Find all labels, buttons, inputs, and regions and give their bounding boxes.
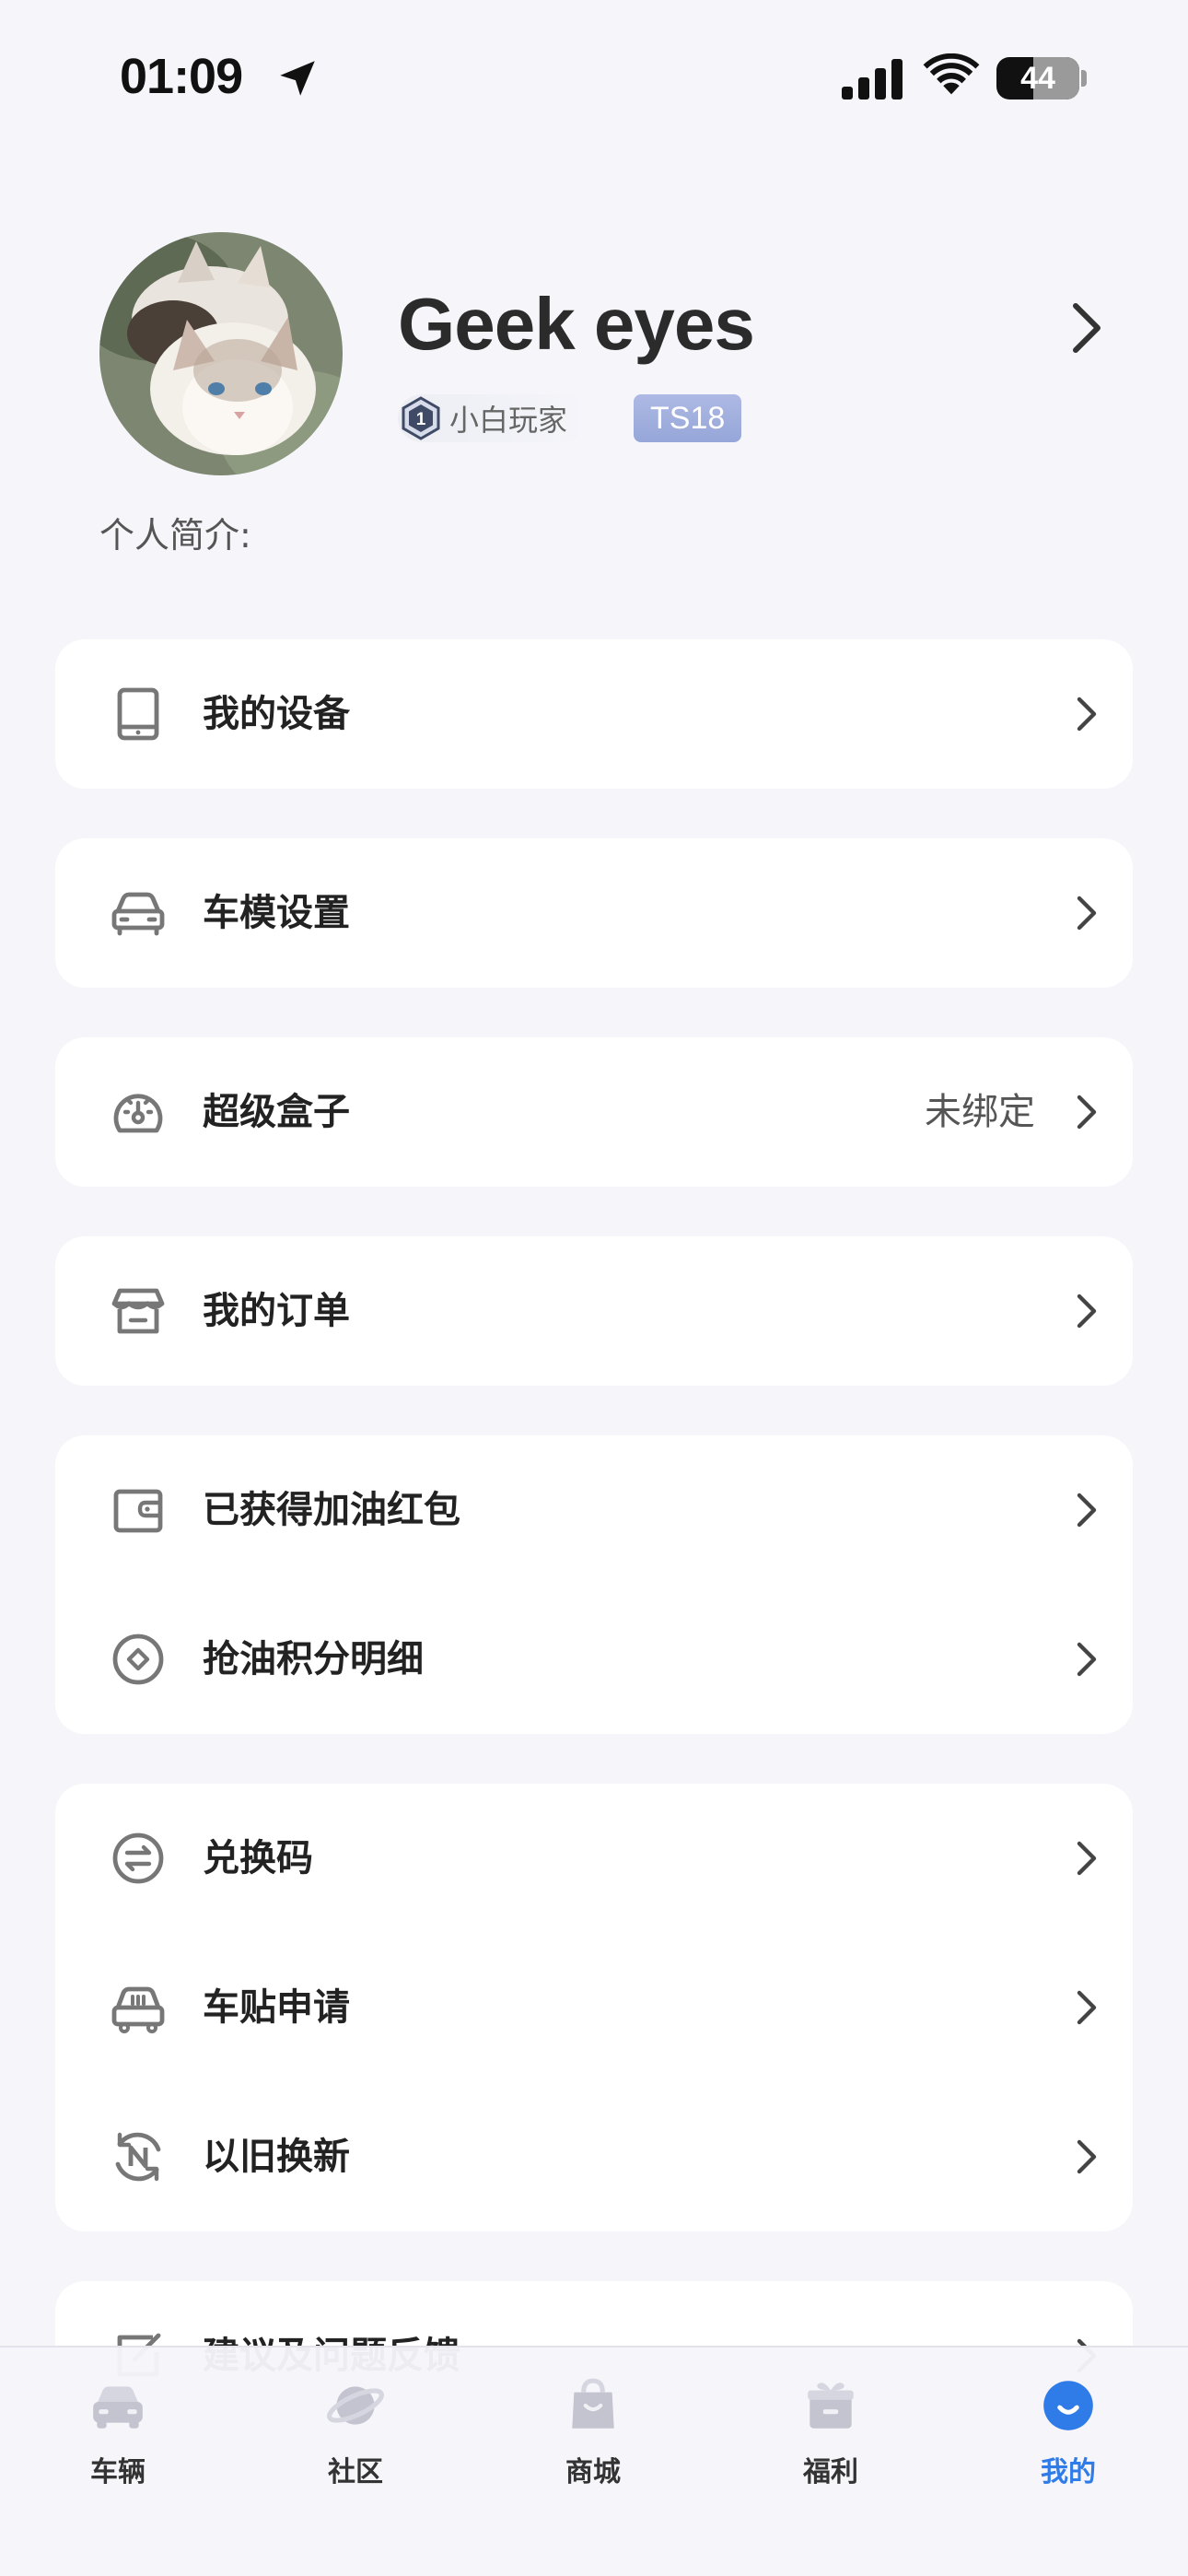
menu-label: 兑换码 [203, 1837, 313, 1879]
car-tab-icon [93, 2386, 143, 2429]
chevron-right-icon [1077, 896, 1097, 931]
shopping-bag-tab-icon [572, 2378, 614, 2429]
car-icon [111, 892, 165, 936]
gift-tab-icon [808, 2383, 854, 2429]
level-hexagon-icon: 1 [402, 396, 440, 440]
menu-row-car-sticker-application[interactable]: 车贴申请 [55, 1933, 1133, 2082]
super-box-status: 未绑定 [925, 1091, 1035, 1133]
car-model-tag: TS18 [634, 394, 742, 442]
bio-label[interactable]: 个人简介: [99, 507, 251, 557]
menu-label: 以旧换新 [203, 2136, 350, 2178]
avatar-cat-image [99, 232, 343, 475]
battery-level: 44 [1020, 61, 1055, 96]
battery-indicator: 44 [996, 57, 1079, 100]
menu-row-car-model-settings[interactable]: 车模设置 [55, 838, 1133, 988]
level-number: 1 [416, 410, 426, 429]
chevron-right-icon [1077, 1841, 1097, 1876]
profile-chevron-right-icon[interactable] [1068, 300, 1105, 356]
menu-row-fuel-red-packets[interactable]: 已获得加油红包 [55, 1435, 1133, 1585]
level-name: 小白玩家 [449, 403, 568, 438]
tab-label: 我的 [1041, 2456, 1096, 2488]
tab-label: 社区 [328, 2456, 383, 2488]
menu-row-my-orders[interactable]: 我的订单 [55, 1236, 1133, 1386]
tab-vehicle[interactable]: 车辆 [44, 2375, 192, 2489]
menu-label: 车贴申请 [203, 1986, 350, 2029]
card-my-devices: 我的设备 [55, 639, 1133, 789]
avatar[interactable] [99, 232, 343, 475]
chevron-right-icon [1077, 1095, 1097, 1130]
chevron-right-icon [1077, 2139, 1097, 2174]
car-sticker-icon [111, 1986, 165, 2033]
menu-row-trade-in[interactable]: 以旧换新 [55, 2082, 1133, 2231]
menu-row-super-box[interactable]: 超级盒子 未绑定 [55, 1037, 1133, 1187]
card-my-orders: 我的订单 [55, 1236, 1133, 1386]
tablet-device-icon [117, 687, 159, 741]
chevron-right-icon [1077, 1642, 1097, 1677]
tab-benefits[interactable]: 福利 [757, 2375, 904, 2489]
my-profile-screen: 01:09 44 Geek eyes 1 小白玩家 TS18 个人简介: 我的设… [0, 0, 1188, 2576]
tab-community[interactable]: 社区 [282, 2375, 429, 2489]
bottom-tab-bar: 车辆 社区 商城 福利 我的 [0, 2346, 1188, 2576]
chevron-right-icon [1077, 1493, 1097, 1528]
level-badge[interactable]: 1 小白玩家 [398, 394, 588, 442]
menu-label: 抢油积分明细 [203, 1638, 424, 1680]
mine-tab-icon-active [1043, 2381, 1093, 2430]
cellular-signal-icon [842, 59, 903, 100]
card-super-box: 超级盒子 未绑定 [55, 1037, 1133, 1187]
tab-mall[interactable]: 商城 [519, 2375, 667, 2489]
tab-mine[interactable]: 我的 [995, 2375, 1142, 2489]
menu-label: 超级盒子 [203, 1091, 350, 1133]
dashboard-gauge-icon [113, 1094, 163, 1133]
store-icon [111, 1288, 165, 1334]
location-arrow-icon [280, 61, 315, 96]
tab-label: 车辆 [90, 2456, 146, 2488]
tab-label: 福利 [803, 2456, 858, 2488]
points-coin-icon [112, 1633, 164, 1685]
chevron-right-icon [1077, 1990, 1097, 2025]
menu-row-fuel-points-details[interactable]: 抢油积分明细 [55, 1585, 1133, 1734]
planet-tab-icon [327, 2386, 384, 2425]
card-services: 兑换码 车贴申请 以旧换新 [55, 1784, 1133, 2231]
wallet-icon [113, 1489, 163, 1533]
status-time: 01:09 [120, 49, 243, 104]
exchange-icon [112, 1832, 164, 1884]
card-car-model-settings: 车模设置 [55, 838, 1133, 988]
trade-in-cycle-icon [115, 2132, 161, 2182]
username[interactable]: Geek eyes [398, 282, 755, 367]
menu-label: 车模设置 [203, 892, 350, 934]
status-bar: 01:09 44 [0, 0, 1188, 157]
menu-row-redeem-code[interactable]: 兑换码 [55, 1784, 1133, 1933]
battery-cap [1081, 70, 1087, 87]
menu-label: 我的订单 [203, 1290, 350, 1332]
wifi-icon [923, 53, 980, 95]
chevron-right-icon [1077, 1294, 1097, 1329]
tab-label: 商城 [565, 2456, 621, 2488]
menu-label: 已获得加油红包 [203, 1489, 460, 1531]
card-fuel-rewards: 已获得加油红包 抢油积分明细 [55, 1435, 1133, 1734]
menu-label: 我的设备 [203, 693, 350, 735]
chevron-right-icon [1077, 697, 1097, 732]
menu-row-my-devices[interactable]: 我的设备 [55, 639, 1133, 789]
